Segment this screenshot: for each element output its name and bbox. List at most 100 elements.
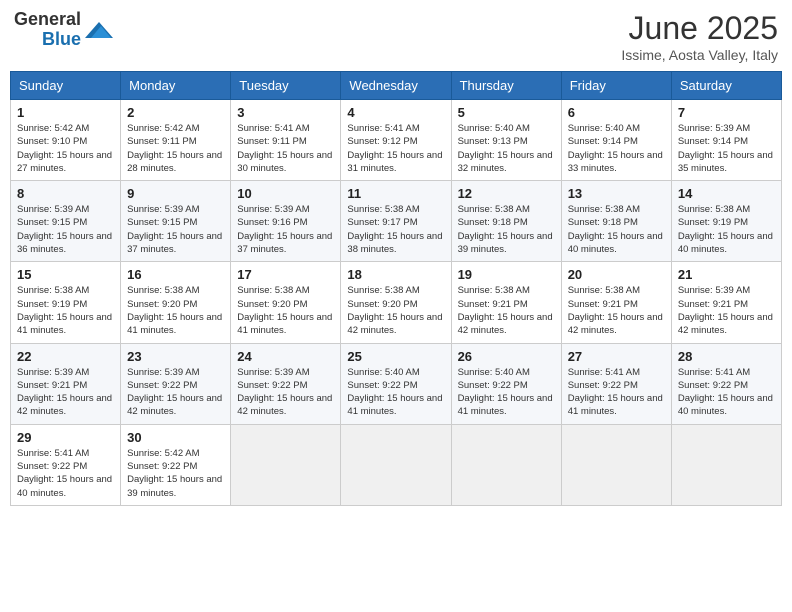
calendar-cell: 26 Sunrise: 5:40 AMSunset: 9:22 PMDayligh…: [451, 343, 561, 424]
col-header-tuesday: Tuesday: [231, 72, 341, 100]
day-info: Sunrise: 5:41 AMSunset: 9:22 PMDaylight:…: [568, 366, 665, 419]
day-number: 18: [347, 267, 444, 282]
day-info: Sunrise: 5:42 AMSunset: 9:22 PMDaylight:…: [127, 447, 224, 500]
calendar-cell: 8 Sunrise: 5:39 AMSunset: 9:15 PMDaylight…: [11, 181, 121, 262]
day-number: 25: [347, 349, 444, 364]
calendar-cell: 20 Sunrise: 5:38 AMSunset: 9:21 PMDayligh…: [561, 262, 671, 343]
day-info: Sunrise: 5:41 AMSunset: 9:12 PMDaylight:…: [347, 122, 444, 175]
calendar-cell: 25Sunrise: 5:40 AMSunset: 9:22 PMDayligh…: [341, 343, 451, 424]
day-number: 11: [347, 186, 444, 201]
logo-general: General: [14, 10, 81, 30]
calendar-cell: 5 Sunrise: 5:40 AMSunset: 9:13 PMDaylight…: [451, 100, 561, 181]
calendar-cell: 24 Sunrise: 5:39 AMSunset: 9:22 PMDayligh…: [231, 343, 341, 424]
calendar-table: SundayMondayTuesdayWednesdayThursdayFrid…: [10, 71, 782, 506]
calendar-week-row: 22 Sunrise: 5:39 AMSunset: 9:21 PMDayligh…: [11, 343, 782, 424]
day-number: 16: [127, 267, 224, 282]
calendar-cell: 23 Sunrise: 5:39 AMSunset: 9:22 PMDayligh…: [121, 343, 231, 424]
calendar-cell: 21 Sunrise: 5:39 AMSunset: 9:21 PMDayligh…: [671, 262, 781, 343]
day-info: Sunrise: 5:39 AMSunset: 9:22 PMDaylight:…: [237, 366, 334, 419]
day-info: Sunrise: 5:39 AMSunset: 9:22 PMDaylight:…: [127, 366, 224, 419]
day-number: 19: [458, 267, 555, 282]
day-number: 7: [678, 105, 775, 120]
calendar-cell: 6 Sunrise: 5:40 AMSunset: 9:14 PMDaylight…: [561, 100, 671, 181]
day-info: Sunrise: 5:41 AMSunset: 9:22 PMDaylight:…: [17, 447, 114, 500]
day-number: 5: [458, 105, 555, 120]
calendar-empty-cell: [671, 424, 781, 505]
day-info: Sunrise: 5:40 AMSunset: 9:13 PMDaylight:…: [458, 122, 555, 175]
day-info: Sunrise: 5:38 AMSunset: 9:20 PMDaylight:…: [237, 284, 334, 337]
calendar-cell: 9Sunrise: 5:39 AMSunset: 9:15 PMDaylight…: [121, 181, 231, 262]
calendar-cell: 27 Sunrise: 5:41 AMSunset: 9:22 PMDayligh…: [561, 343, 671, 424]
calendar-cell: 11 Sunrise: 5:38 AMSunset: 9:17 PMDayligh…: [341, 181, 451, 262]
day-info: Sunrise: 5:38 AMSunset: 9:21 PMDaylight:…: [458, 284, 555, 337]
day-number: 14: [678, 186, 775, 201]
col-header-sunday: Sunday: [11, 72, 121, 100]
calendar-empty-cell: [341, 424, 451, 505]
calendar-empty-cell: [451, 424, 561, 505]
location-title: Issime, Aosta Valley, Italy: [621, 47, 778, 63]
day-info: Sunrise: 5:38 AMSunset: 9:19 PMDaylight:…: [17, 284, 114, 337]
day-info: Sunrise: 5:39 AMSunset: 9:21 PMDaylight:…: [17, 366, 114, 419]
col-header-saturday: Saturday: [671, 72, 781, 100]
calendar-cell: 17Sunrise: 5:38 AMSunset: 9:20 PMDayligh…: [231, 262, 341, 343]
day-number: 22: [17, 349, 114, 364]
day-info: Sunrise: 5:42 AMSunset: 9:11 PMDaylight:…: [127, 122, 224, 175]
page-header: General Blue June 2025 Issime, Aosta Val…: [10, 10, 782, 63]
day-info: Sunrise: 5:38 AMSunset: 9:17 PMDaylight:…: [347, 203, 444, 256]
col-header-thursday: Thursday: [451, 72, 561, 100]
day-info: Sunrise: 5:38 AMSunset: 9:20 PMDaylight:…: [347, 284, 444, 337]
day-info: Sunrise: 5:41 AMSunset: 9:22 PMDaylight:…: [678, 366, 775, 419]
day-number: 24: [237, 349, 334, 364]
day-info: Sunrise: 5:39 AMSunset: 9:15 PMDaylight:…: [17, 203, 114, 256]
month-title: June 2025: [621, 10, 778, 47]
day-info: Sunrise: 5:41 AMSunset: 9:11 PMDaylight:…: [237, 122, 334, 175]
calendar-cell: 15Sunrise: 5:38 AMSunset: 9:19 PMDayligh…: [11, 262, 121, 343]
day-number: 30: [127, 430, 224, 445]
calendar-cell: 3 Sunrise: 5:41 AMSunset: 9:11 PMDaylight…: [231, 100, 341, 181]
calendar-cell: 13Sunrise: 5:38 AMSunset: 9:18 PMDayligh…: [561, 181, 671, 262]
calendar-week-row: 29Sunrise: 5:41 AMSunset: 9:22 PMDayligh…: [11, 424, 782, 505]
day-number: 4: [347, 105, 444, 120]
day-info: Sunrise: 5:39 AMSunset: 9:21 PMDaylight:…: [678, 284, 775, 337]
logo-icon: [85, 18, 113, 42]
day-number: 21: [678, 267, 775, 282]
day-number: 13: [568, 186, 665, 201]
calendar-cell: 12Sunrise: 5:38 AMSunset: 9:18 PMDayligh…: [451, 181, 561, 262]
calendar-week-row: 15Sunrise: 5:38 AMSunset: 9:19 PMDayligh…: [11, 262, 782, 343]
day-info: Sunrise: 5:40 AMSunset: 9:14 PMDaylight:…: [568, 122, 665, 175]
day-info: Sunrise: 5:38 AMSunset: 9:18 PMDaylight:…: [458, 203, 555, 256]
day-number: 9: [127, 186, 224, 201]
day-number: 6: [568, 105, 665, 120]
calendar-cell: 7Sunrise: 5:39 AMSunset: 9:14 PMDaylight…: [671, 100, 781, 181]
day-number: 3: [237, 105, 334, 120]
calendar-cell: 10 Sunrise: 5:39 AMSunset: 9:16 PMDayligh…: [231, 181, 341, 262]
col-header-friday: Friday: [561, 72, 671, 100]
day-info: Sunrise: 5:38 AMSunset: 9:20 PMDaylight:…: [127, 284, 224, 337]
day-info: Sunrise: 5:40 AMSunset: 9:22 PMDaylight:…: [458, 366, 555, 419]
calendar-cell: 14 Sunrise: 5:38 AMSunset: 9:19 PMDayligh…: [671, 181, 781, 262]
col-header-monday: Monday: [121, 72, 231, 100]
day-info: Sunrise: 5:38 AMSunset: 9:19 PMDaylight:…: [678, 203, 775, 256]
day-number: 27: [568, 349, 665, 364]
day-number: 8: [17, 186, 114, 201]
title-area: June 2025 Issime, Aosta Valley, Italy: [621, 10, 778, 63]
calendar-cell: 30 Sunrise: 5:42 AMSunset: 9:22 PMDayligh…: [121, 424, 231, 505]
col-header-wednesday: Wednesday: [341, 72, 451, 100]
calendar-cell: 29Sunrise: 5:41 AMSunset: 9:22 PMDayligh…: [11, 424, 121, 505]
day-number: 20: [568, 267, 665, 282]
day-number: 10: [237, 186, 334, 201]
logo-blue: Blue: [42, 30, 81, 50]
calendar-header-row: SundayMondayTuesdayWednesdayThursdayFrid…: [11, 72, 782, 100]
calendar-cell: 2Sunrise: 5:42 AMSunset: 9:11 PMDaylight…: [121, 100, 231, 181]
day-number: 1: [17, 105, 114, 120]
day-number: 28: [678, 349, 775, 364]
day-number: 23: [127, 349, 224, 364]
calendar-empty-cell: [561, 424, 671, 505]
day-info: Sunrise: 5:39 AMSunset: 9:16 PMDaylight:…: [237, 203, 334, 256]
calendar-cell: 19 Sunrise: 5:38 AMSunset: 9:21 PMDayligh…: [451, 262, 561, 343]
day-number: 26: [458, 349, 555, 364]
calendar-cell: 4 Sunrise: 5:41 AMSunset: 9:12 PMDaylight…: [341, 100, 451, 181]
calendar-cell: 1Sunrise: 5:42 AMSunset: 9:10 PMDaylight…: [11, 100, 121, 181]
day-info: Sunrise: 5:38 AMSunset: 9:21 PMDaylight:…: [568, 284, 665, 337]
calendar-cell: 22 Sunrise: 5:39 AMSunset: 9:21 PMDayligh…: [11, 343, 121, 424]
